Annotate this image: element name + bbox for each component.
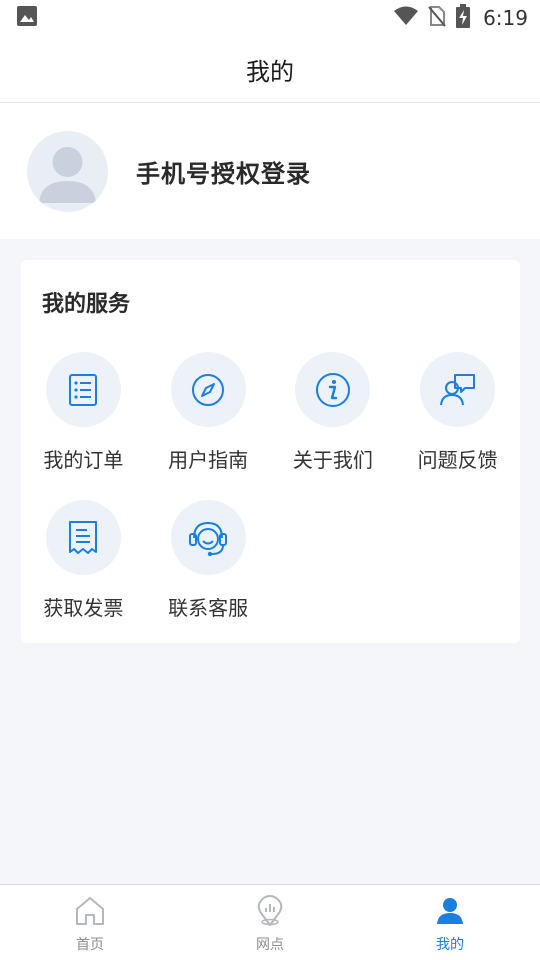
services-card: 我的服务 我的订单 用户指南 关于我们 问题反馈 获取发票 联系客服 (21, 260, 520, 643)
service-my-orders[interactable]: 我的订单 (21, 352, 146, 473)
service-label: 我的订单 (43, 448, 124, 472)
profile-section[interactable]: 手机号授权登录 (0, 103, 540, 239)
service-feedback[interactable]: 问题反馈 (395, 352, 520, 473)
tab-home[interactable]: 首页 (0, 885, 180, 960)
tab-label: 网点 (256, 937, 284, 953)
service-invoice[interactable]: 获取发票 (21, 500, 146, 621)
service-customer-support[interactable]: 联系客服 (146, 500, 271, 621)
tab-outlets[interactable]: 网点 (180, 885, 360, 960)
order-list-icon (45, 352, 121, 427)
services-grid: 我的订单 用户指南 关于我们 问题反馈 获取发票 联系客服 (21, 352, 520, 621)
invoice-icon (45, 500, 121, 575)
service-user-guide[interactable]: 用户指南 (146, 352, 271, 473)
service-about-us[interactable]: 关于我们 (271, 352, 396, 473)
services-title: 我的服务 (42, 292, 131, 317)
no-sim-icon (427, 5, 447, 31)
tab-label: 我的 (436, 937, 464, 953)
title-bar: 我的 (0, 36, 540, 103)
info-icon (295, 352, 371, 427)
bottom-tab-bar: 首页 网点 我的 (0, 884, 540, 960)
login-button[interactable]: 手机号授权登录 (136, 154, 311, 189)
service-label: 获取发票 (43, 596, 124, 620)
feedback-icon (420, 352, 496, 427)
customer-service-icon (170, 500, 246, 575)
image-icon (16, 5, 38, 31)
battery-charging-icon (455, 4, 471, 32)
status-bar: 6:19 (0, 0, 540, 36)
location-icon (254, 895, 286, 931)
compass-icon (170, 352, 246, 427)
wifi-icon (393, 6, 419, 30)
tab-mine[interactable]: 我的 (360, 885, 540, 960)
status-time: 6:19 (483, 6, 528, 30)
user-avatar-icon[interactable] (27, 130, 108, 212)
service-label: 用户指南 (168, 448, 249, 472)
service-label: 关于我们 (292, 448, 373, 472)
page-title: 我的 (246, 57, 294, 86)
service-label: 问题反馈 (417, 448, 498, 472)
person-icon (434, 895, 466, 931)
service-label: 联系客服 (168, 596, 249, 620)
tab-label: 首页 (76, 937, 104, 953)
home-icon (74, 895, 106, 931)
